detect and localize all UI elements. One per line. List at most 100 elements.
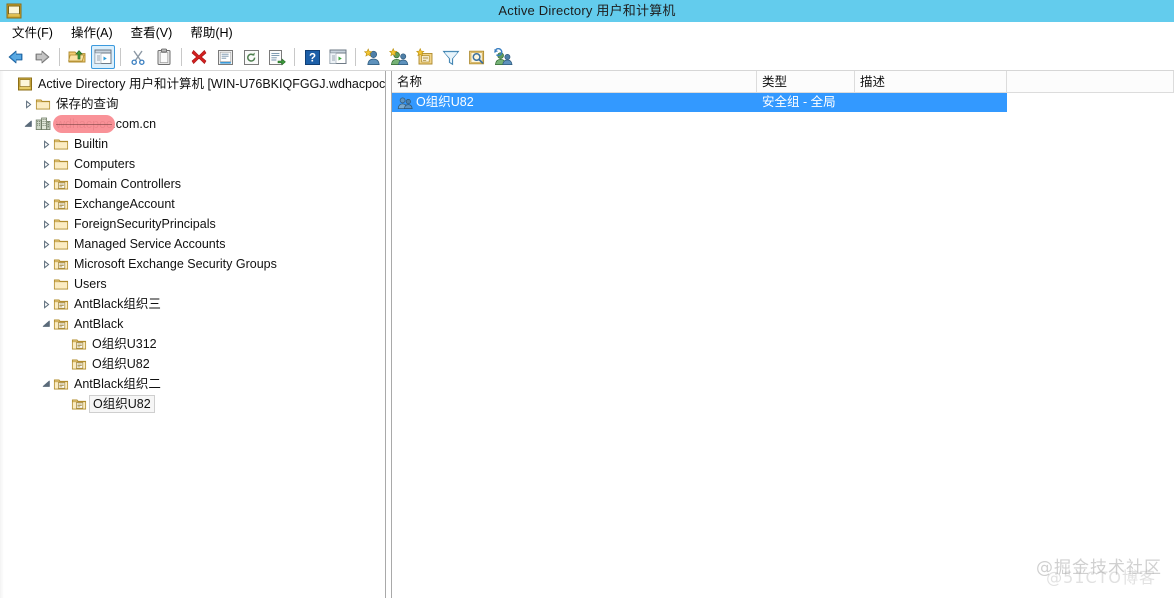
tree-node-label: Active Directory 用户和计算机 [WIN-U76BKIQFGGJ… [38,77,385,91]
new-user-icon[interactable] [361,45,385,69]
up-one-level-folder-icon[interactable] [65,45,89,69]
toolbar-separator [181,48,182,66]
find-magnifier-icon[interactable] [465,45,489,69]
refresh-icon[interactable] [239,45,263,69]
tree-node-ou-u82-a[interactable]: O组织U82 [0,354,385,374]
result-list-pane[interactable]: 名称 类型 描述 O组织U82 安全组 - 全局 @掘金技术社区 @51CTO博客 [392,71,1174,598]
list-column-描述[interactable]: 描述 [855,71,1007,92]
tree-node-label: Users [74,277,107,291]
tree-node-antblack-ou2[interactable]: AntBlack组织二 [0,374,385,394]
tree-expander-none [57,354,71,374]
tree-node-console-root[interactable]: Active Directory 用户和计算机 [WIN-U76BKIQFGGJ… [0,74,385,94]
list-cell-type: 安全组 - 全局 [762,95,836,109]
tree-node-antblack[interactable]: AntBlack [0,314,385,334]
export-list-icon[interactable] [265,45,289,69]
tree-node-label: O组织U82 [92,357,150,371]
console-tree[interactable]: Active Directory 用户和计算机 [WIN-U76BKIQFGGJ… [0,71,385,414]
menu-help[interactable]: 帮助(H) [184,22,244,44]
new-ou-icon[interactable] [413,45,437,69]
tree-expander-none [3,74,17,94]
tree-expander-none [57,334,71,354]
tree-node-computers[interactable]: Computers [0,154,385,174]
tree-expander-expanded-icon[interactable] [39,314,53,334]
window-titlebar[interactable]: Active Directory 用户和计算机 [0,0,1174,22]
tree-expander-expanded-icon[interactable] [21,114,35,134]
tree-expander-collapsed-icon[interactable] [39,174,53,194]
tree-node-builtin[interactable]: Builtin [0,134,385,154]
tree-expander-collapsed-icon[interactable] [39,194,53,214]
tree-node-managed-service-accounts[interactable]: Managed Service Accounts [0,234,385,254]
console-root-icon [17,76,33,92]
ou-icon [71,356,87,372]
console-tree-pane[interactable]: Active Directory 用户和计算机 [WIN-U76BKIQFGGJ… [0,71,385,598]
tree-node-ou-u82-b[interactable]: O组织U82 [0,394,385,414]
list-column-类型[interactable]: 类型 [757,71,855,92]
folder-icon [53,236,69,252]
tree-node-ou-u312[interactable]: O组织U312 [0,334,385,354]
tree-node-foreignsecurityprincipals[interactable]: ForeignSecurityPrincipals [0,214,385,234]
tree-node-label: AntBlack组织三 [74,297,161,311]
tree-expander-none [39,274,53,294]
saved-query-user-icon[interactable] [491,45,515,69]
tree-node-label: O组织U82 [89,395,155,413]
tree-node-domain-controllers[interactable]: Domain Controllers [0,174,385,194]
tree-node-saved-queries[interactable]: 保存的查询 [0,94,385,114]
ou-icon [53,176,69,192]
console-window-icon [6,3,22,19]
tree-node-domain[interactable]: wdhacpoc .com.cn [0,114,385,134]
filter-funnel-icon[interactable] [439,45,463,69]
list-column-名称[interactable]: 名称 [392,71,757,92]
menu-action[interactable]: 操作(A) [65,22,125,44]
list-column-header[interactable]: 名称 类型 描述 [392,71,1174,93]
tree-expander-collapsed-icon[interactable] [39,154,53,174]
menu-view[interactable]: 查看(V) [125,22,185,44]
show-hide-tree-icon[interactable] [91,45,115,69]
tree-expander-expanded-icon[interactable] [39,374,53,394]
paste-clipboard-icon[interactable] [152,45,176,69]
console-view-icon[interactable] [326,45,350,69]
help-question-icon[interactable]: ? [300,45,324,69]
toolbar-separator [120,48,121,66]
redacted-domain-name: wdhacpoc [52,114,116,134]
tree-expander-collapsed-icon[interactable] [39,134,53,154]
toolbar-separator [294,48,295,66]
ou-icon [71,396,87,412]
list-column-blank[interactable] [1007,71,1174,92]
tree-node-label: ExchangeAccount [74,197,175,211]
domain-icon [35,116,51,132]
tree-node-label: Managed Service Accounts [74,237,226,251]
toolbar: ? [0,44,1174,71]
tree-expander-collapsed-icon[interactable] [39,214,53,234]
tree-expander-collapsed-icon[interactable] [39,294,53,314]
tree-expander-collapsed-icon[interactable] [21,94,35,114]
ou-icon [53,316,69,332]
properties-icon[interactable] [213,45,237,69]
folder-icon [53,156,69,172]
ou-icon [53,196,69,212]
svg-text:?: ? [308,52,315,64]
main-content: Active Directory 用户和计算机 [WIN-U76BKIQFGGJ… [0,71,1174,598]
tree-expander-collapsed-icon[interactable] [39,234,53,254]
watermark-primary: @掘金技术社区 [1036,558,1162,578]
forward-arrow-icon[interactable] [30,45,54,69]
delete-x-icon[interactable] [187,45,211,69]
list-body[interactable]: O组织U82 安全组 - 全局 [392,93,1174,112]
list-cell-name: O组织U82 [392,93,757,112]
tree-node-antblack-ou3[interactable]: AntBlack组织三 [0,294,385,314]
cut-scissors-icon[interactable] [126,45,150,69]
back-arrow-icon[interactable] [4,45,28,69]
pane-splitter[interactable] [385,71,392,598]
ou-icon [53,296,69,312]
ou-icon [71,336,87,352]
tree-node-ms-exchange-security-groups[interactable]: Microsoft Exchange Security Groups [0,254,385,274]
menu-file[interactable]: 文件(F) [6,22,65,44]
tree-expander-collapsed-icon[interactable] [39,254,53,274]
new-group-icon[interactable] [387,45,411,69]
folder-icon [53,136,69,152]
table-row[interactable]: O组织U82 安全组 - 全局 [392,93,1007,112]
toolbar-separator [59,48,60,66]
tree-node-users[interactable]: Users [0,274,385,294]
tree-node-label: AntBlack组织二 [74,377,161,391]
tree-node-exchangeaccount[interactable]: ExchangeAccount [0,194,385,214]
window-title: Active Directory 用户和计算机 [498,3,676,18]
